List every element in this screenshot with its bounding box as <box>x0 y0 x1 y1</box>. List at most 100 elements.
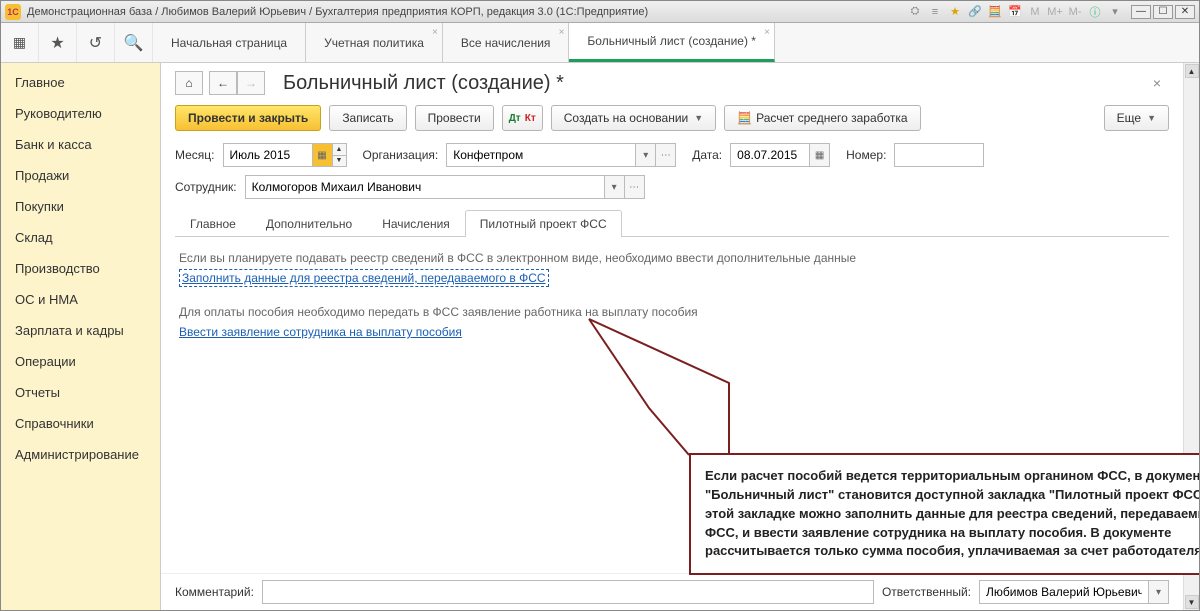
tb-mplus[interactable]: M+ <box>1047 4 1063 20</box>
comment-input[interactable] <box>262 580 874 604</box>
page-title: Больничный лист (создание) * <box>283 72 564 95</box>
sidebar-item-admin[interactable]: Администрирование <box>1 439 160 470</box>
sidebar-item-directories[interactable]: Справочники <box>1 408 160 439</box>
tb-calendar-icon[interactable]: 📅 <box>1007 4 1023 20</box>
close-icon[interactable]: × <box>432 27 438 38</box>
document-tabs: Начальная страница Учетная политика× Все… <box>153 23 1199 62</box>
save-button[interactable]: Записать <box>329 105 406 131</box>
tb-calc-icon[interactable]: 🧮 <box>987 4 1003 20</box>
sidebar-item-reports[interactable]: Отчеты <box>1 377 160 408</box>
tb-mminus[interactable]: M- <box>1067 4 1083 20</box>
org-input[interactable] <box>446 143 636 167</box>
page-header: ⌂ ← → Больничный лист (создание) * × <box>161 63 1183 103</box>
dtKt-button[interactable]: ДтКт <box>502 105 543 131</box>
sidebar-item-bank[interactable]: Банк и касса <box>1 129 160 160</box>
org-label: Организация: <box>363 148 439 162</box>
content-area: ⌂ ← → Больничный лист (создание) * × Про… <box>161 63 1199 610</box>
number-input[interactable] <box>894 143 984 167</box>
tab-accounting-policy[interactable]: Учетная политика× <box>306 23 443 62</box>
org-pick-icon[interactable]: ⋯ <box>656 143 676 167</box>
post-button[interactable]: Провести <box>415 105 494 131</box>
sidebar-item-purchases[interactable]: Покупки <box>1 191 160 222</box>
app-logo-icon: 1C <box>5 4 21 20</box>
employee-dropdown-icon[interactable]: ▾ <box>605 175 625 199</box>
action-bar: Провести и закрыть Записать Провести ДтК… <box>161 103 1183 139</box>
employee-pick-icon[interactable]: ⋯ <box>625 175 645 199</box>
app-window: 1C Демонстрационная база / Любимов Валер… <box>0 0 1200 611</box>
org-dropdown-icon[interactable]: ▾ <box>636 143 656 167</box>
vertical-scrollbar[interactable]: ▲ ▼ <box>1183 63 1199 610</box>
sidebar-item-manager[interactable]: Руководителю <box>1 98 160 129</box>
scroll-down-icon[interactable]: ▼ <box>1185 595 1199 609</box>
tab-content: Если вы планируете подавать реестр сведе… <box>161 237 1183 359</box>
inner-tab-main[interactable]: Главное <box>175 210 251 237</box>
back-button[interactable]: ← <box>209 71 237 95</box>
titlebar-toolbar: ⛭ ≡ ★ 🔗 🧮 📅 M M+ M- ⓘ ▾ <box>907 4 1123 20</box>
footer-row: Комментарий: Ответственный: ▾ <box>161 573 1183 610</box>
forward-button[interactable]: → <box>237 71 265 95</box>
info-text-2: Для оплаты пособия необходимо передать в… <box>179 305 1165 319</box>
tb-star-icon[interactable]: ★ <box>947 4 963 20</box>
sidebar: Главное Руководителю Банк и касса Продаж… <box>1 63 161 610</box>
month-stepper[interactable]: ▲▼ <box>333 143 347 167</box>
date-calendar-icon[interactable]: ▦ <box>810 143 830 167</box>
scroll-up-icon[interactable]: ▲ <box>1185 64 1199 78</box>
calc-icon: 🧮 <box>737 111 752 125</box>
sidebar-item-sales[interactable]: Продажи <box>1 160 160 191</box>
employee-input[interactable] <box>245 175 605 199</box>
close-page-button[interactable]: × <box>1145 71 1169 95</box>
create-based-on-button[interactable]: Создать на основании▼ <box>551 105 716 131</box>
date-input[interactable] <box>730 143 810 167</box>
search-icon[interactable]: 🔍 <box>115 23 153 62</box>
tb-m[interactable]: M <box>1027 4 1043 20</box>
close-window-button[interactable]: ✕ <box>1175 5 1195 19</box>
window-title: Демонстрационная база / Любимов Валерий … <box>27 6 907 18</box>
sidebar-item-salary[interactable]: Зарплата и кадры <box>1 315 160 346</box>
tab-all-accruals[interactable]: Все начисления× <box>443 23 570 62</box>
number-label: Номер: <box>846 148 886 162</box>
inner-tab-accruals[interactable]: Начисления <box>367 210 465 237</box>
apps-grid-icon[interactable]: ▦ <box>1 23 39 62</box>
inner-tabs: Главное Дополнительно Начисления Пилотны… <box>175 209 1169 237</box>
comment-label: Комментарий: <box>175 585 254 599</box>
history-icon[interactable]: ↺ <box>77 23 115 62</box>
close-icon[interactable]: × <box>764 27 770 38</box>
tb-dropdown-icon[interactable]: ▾ <box>1107 4 1123 20</box>
inner-tab-fss-pilot[interactable]: Пилотный проект ФСС <box>465 210 622 237</box>
month-input[interactable] <box>223 143 313 167</box>
responsible-dropdown-icon[interactable]: ▾ <box>1149 580 1169 604</box>
tb-link-icon[interactable]: 🔗 <box>967 4 983 20</box>
info-text-1: Если вы планируете подавать реестр сведе… <box>179 251 1165 265</box>
form-row-2: Сотрудник: ▾ ⋯ <box>161 171 1183 203</box>
post-and-close-button[interactable]: Провести и закрыть <box>175 105 321 131</box>
tb-help-icon[interactable]: ⓘ <box>1087 4 1103 20</box>
form-row-1: Месяц: ▦ ▲▼ Организация: ▾ ⋯ Дата: <box>161 139 1183 171</box>
sidebar-item-operations[interactable]: Операции <box>1 346 160 377</box>
home-button[interactable]: ⌂ <box>175 71 203 95</box>
sidebar-item-warehouse[interactable]: Склад <box>1 222 160 253</box>
favorites-icon[interactable]: ★ <box>39 23 77 62</box>
close-icon[interactable]: × <box>559 27 565 38</box>
sidebar-item-production[interactable]: Производство <box>1 253 160 284</box>
minimize-button[interactable]: — <box>1131 5 1151 19</box>
tab-start-page[interactable]: Начальная страница <box>153 23 306 62</box>
fill-fss-data-link[interactable]: Заполнить данные для реестра сведений, п… <box>179 269 549 287</box>
main-toolbar: ▦ ★ ↺ 🔍 Начальная страница Учетная полит… <box>1 23 1199 63</box>
date-label: Дата: <box>692 148 722 162</box>
responsible-input[interactable] <box>979 580 1149 604</box>
month-label: Месяц: <box>175 148 215 162</box>
tb-icon-1[interactable]: ⛭ <box>907 4 923 20</box>
tb-icon-2[interactable]: ≡ <box>927 4 943 20</box>
tab-sick-leave[interactable]: Больничный лист (создание) *× <box>569 23 775 62</box>
employee-label: Сотрудник: <box>175 180 237 194</box>
responsible-label: Ответственный: <box>882 585 971 599</box>
body: Главное Руководителю Банк и касса Продаж… <box>1 63 1199 610</box>
sidebar-item-assets[interactable]: ОС и НМА <box>1 284 160 315</box>
enter-employee-claim-link[interactable]: Ввести заявление сотрудника на выплату п… <box>179 325 462 339</box>
more-button[interactable]: Еще▼ <box>1104 105 1169 131</box>
sidebar-item-main[interactable]: Главное <box>1 67 160 98</box>
avg-earnings-button[interactable]: 🧮Расчет среднего заработка <box>724 105 920 131</box>
maximize-button[interactable]: ☐ <box>1153 5 1173 19</box>
inner-tab-extra[interactable]: Дополнительно <box>251 210 367 237</box>
month-calendar-icon[interactable]: ▦ <box>313 143 333 167</box>
